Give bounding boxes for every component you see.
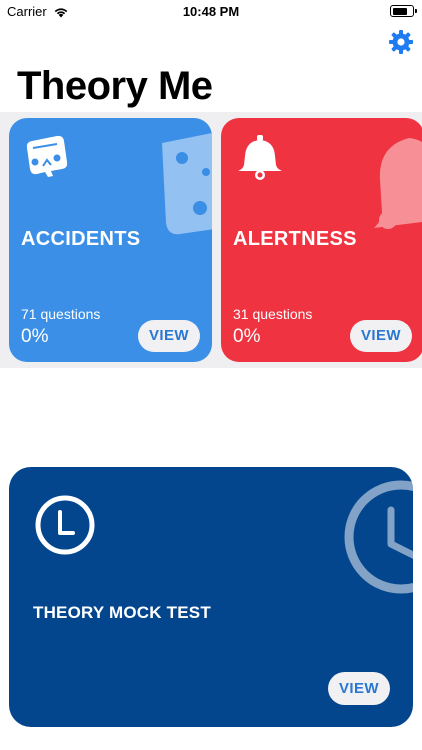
question-count: 71 questions [21,306,101,322]
mock-test-title: THEORY MOCK TEST [33,603,211,622]
view-mock-test-button[interactable]: VIEW [328,672,390,705]
question-count: 31 questions [233,306,313,322]
view-alertness-button[interactable]: VIEW [350,320,412,352]
view-accidents-button[interactable]: VIEW [138,320,200,352]
alertness-card[interactable]: ALERTNESS 31 questions 0% VIEW [221,118,422,362]
settings-button[interactable] [387,28,415,56]
bell-watermark-icon [374,138,422,229]
card-title: ALERTNESS [233,228,357,250]
clock-icon [35,495,95,555]
bell-icon [238,135,282,180]
progress-percent: 0% [21,326,49,347]
battery-level [392,7,407,15]
gear-icon [389,30,413,54]
car-crash-icon [26,135,68,177]
accidents-card[interactable]: ACCIDENTS 71 questions 0% VIEW [9,118,212,362]
status-bar: Carrier 10:48 PM [0,0,422,24]
clock-watermark-icon [344,480,413,594]
car-crash-watermark-icon [162,133,212,235]
status-time: 10:48 PM [182,4,240,19]
battery-icon [390,5,417,17]
page-title: Theory Me [17,64,213,108]
progress-percent: 0% [233,326,261,347]
mock-test-card[interactable]: THEORY MOCK TEST VIEW [9,467,413,727]
card-title: ACCIDENTS [21,228,141,250]
